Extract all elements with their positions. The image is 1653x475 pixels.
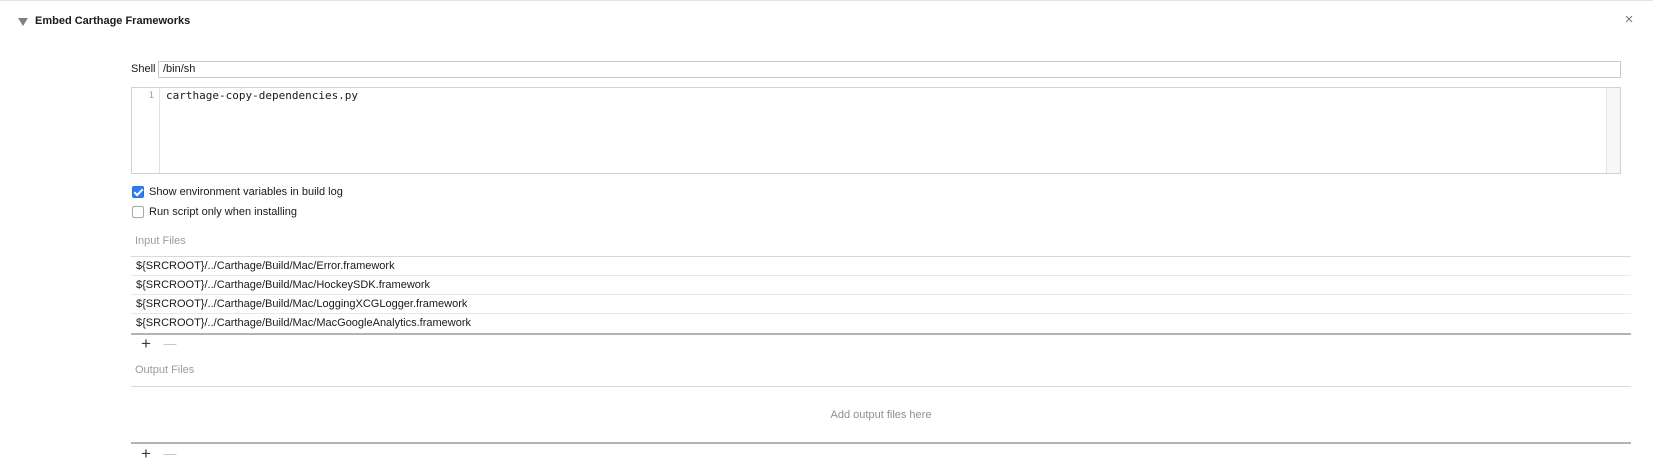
output-files-controls: + —: [139, 445, 177, 462]
input-files-list: ${SRCROOT}/../Carthage/Build/Mac/Error.f…: [131, 256, 1631, 335]
line-number-gutter: 1: [132, 88, 160, 173]
minus-icon[interactable]: —: [163, 447, 177, 461]
shell-label: Shell: [131, 63, 156, 75]
input-file-row[interactable]: ${SRCROOT}/../Carthage/Build/Mac/HockeyS…: [131, 276, 1631, 295]
plus-icon[interactable]: +: [139, 445, 153, 462]
output-files-list[interactable]: Add output files here: [131, 386, 1631, 444]
input-file-row[interactable]: ${SRCROOT}/../Carthage/Build/Mac/MacGoog…: [131, 314, 1631, 333]
output-files-placeholder: Add output files here: [830, 408, 932, 421]
show-env-vars-option[interactable]: Show environment variables in build log: [132, 185, 343, 199]
input-files-controls: + —: [139, 335, 177, 352]
run-only-installing-label[interactable]: Run script only when installing: [149, 206, 297, 218]
show-env-vars-checkbox[interactable]: [132, 186, 144, 198]
run-only-installing-checkbox[interactable]: [132, 206, 144, 218]
script-line[interactable]: carthage-copy-dependencies.py: [166, 89, 1606, 102]
editor-scrollbar[interactable]: [1606, 88, 1620, 173]
close-icon[interactable]: ×: [1622, 12, 1636, 27]
input-file-row[interactable]: ${SRCROOT}/../Carthage/Build/Mac/Logging…: [131, 295, 1631, 314]
script-editor[interactable]: 1 carthage-copy-dependencies.py: [131, 87, 1621, 174]
plus-icon[interactable]: +: [139, 335, 153, 352]
output-files-label: Output Files: [135, 364, 195, 376]
run-only-installing-option[interactable]: Run script only when installing: [132, 205, 297, 219]
minus-icon[interactable]: —: [163, 337, 177, 351]
line-number: 1: [148, 91, 154, 101]
shell-row: Shell: [131, 60, 1621, 78]
top-divider: [0, 0, 1653, 1]
input-files-label: Input Files: [135, 235, 186, 247]
phase-title[interactable]: Embed Carthage Frameworks: [35, 15, 190, 27]
run-script-phase: Embed Carthage Frameworks × Shell 1 cart…: [0, 0, 1653, 475]
input-file-row[interactable]: ${SRCROOT}/../Carthage/Build/Mac/Error.f…: [131, 257, 1631, 276]
disclosure-triangle-down-icon[interactable]: [18, 17, 28, 26]
phase-header[interactable]: Embed Carthage Frameworks: [18, 13, 190, 29]
show-env-vars-label[interactable]: Show environment variables in build log: [149, 186, 343, 198]
shell-input[interactable]: [158, 60, 1621, 78]
script-code[interactable]: carthage-copy-dependencies.py: [160, 88, 1606, 173]
